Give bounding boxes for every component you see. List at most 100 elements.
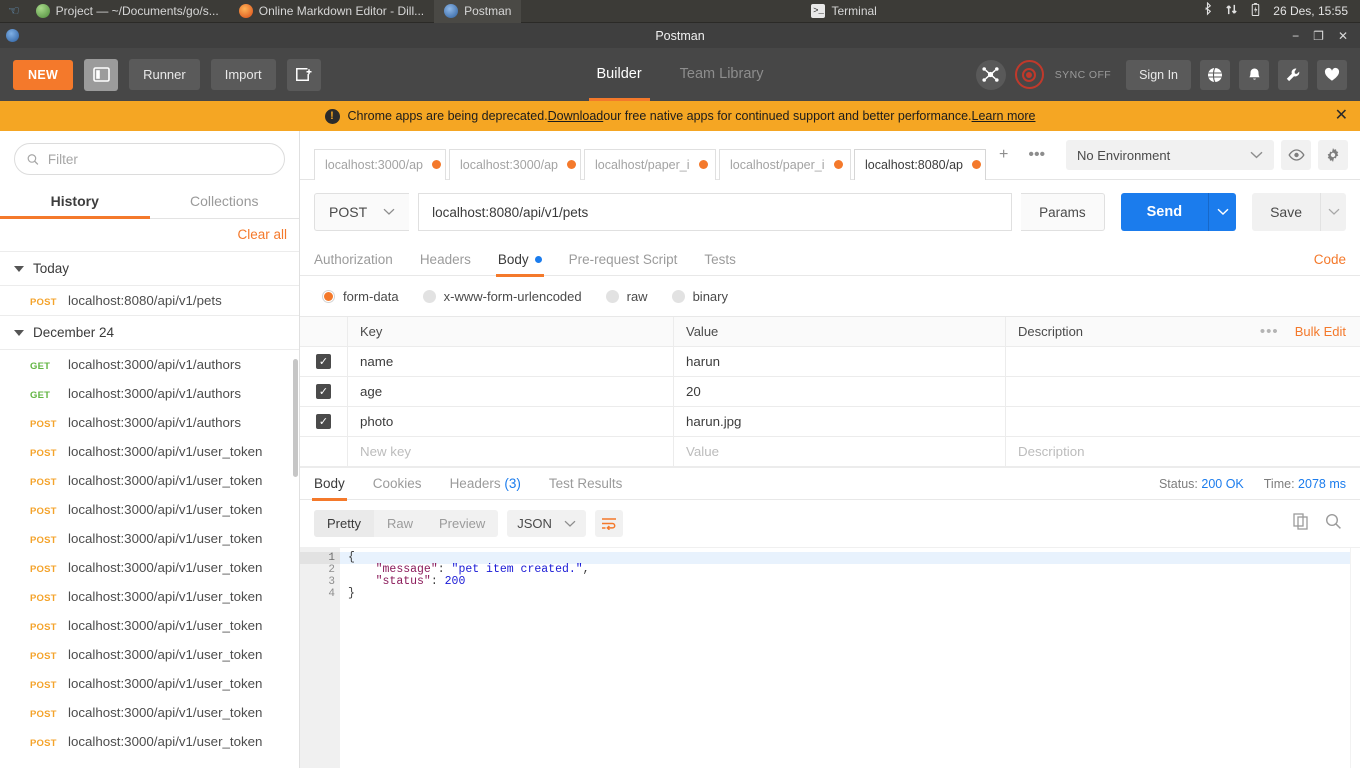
row-value[interactable]: harun.jpg	[674, 406, 1006, 437]
minimize-button[interactable]: −	[1292, 30, 1299, 42]
body-type-binary[interactable]: binary	[671, 289, 728, 304]
body-type-raw[interactable]: raw	[605, 289, 648, 304]
table-row[interactable]: ✓ photo harun.jpg	[300, 406, 1360, 437]
row-description[interactable]	[1006, 407, 1360, 437]
heart-icon[interactable]	[1317, 59, 1347, 90]
import-button[interactable]: Import	[210, 59, 276, 90]
gear-icon[interactable]	[1318, 140, 1348, 170]
row-key[interactable]: name	[348, 346, 674, 377]
history-item[interactable]: POST localhost:3000/api/v1/user_token	[0, 611, 299, 640]
close-button[interactable]: ✕	[1338, 30, 1348, 42]
response-tab-test-results[interactable]: Test Results	[549, 467, 623, 500]
bell-icon[interactable]	[1239, 59, 1269, 90]
save-options-button[interactable]	[1320, 193, 1346, 231]
body-type-x-www-form-urlencoded[interactable]: x-www-form-urlencoded	[422, 289, 582, 304]
sign-in-button[interactable]: Sign In	[1126, 59, 1191, 90]
eye-icon[interactable]	[1281, 140, 1311, 170]
maximize-button[interactable]: ❐	[1313, 30, 1324, 42]
request-tab[interactable]: localhost/paper_i	[719, 148, 851, 180]
row-checkbox[interactable]: ✓	[316, 354, 331, 369]
history-item[interactable]: POST localhost:3000/api/v1/user_token	[0, 640, 299, 669]
row-key[interactable]: photo	[348, 406, 674, 437]
history-group-header[interactable]: December 24	[0, 315, 299, 350]
row-description[interactable]	[1006, 347, 1360, 377]
history-group-header[interactable]: Today	[0, 252, 299, 286]
row-checkbox[interactable]: ✓	[316, 384, 331, 399]
taskbar-window[interactable]: >_ Terminal	[801, 0, 886, 23]
clear-all-button[interactable]: Clear all	[237, 227, 287, 242]
table-row[interactable]: ✓ age 20	[300, 376, 1360, 407]
network-up-down-icon[interactable]	[1225, 2, 1238, 20]
sidebar-layout-icon[interactable]	[84, 58, 119, 91]
request-section-tab-body[interactable]: Body	[495, 243, 544, 277]
more-dots-icon[interactable]: •••	[1260, 323, 1279, 340]
row-key[interactable]: age	[348, 376, 674, 407]
bluetooth-icon[interactable]	[1201, 1, 1214, 20]
bulk-edit-button[interactable]: Bulk Edit	[1295, 324, 1346, 339]
save-button[interactable]: Save	[1252, 193, 1320, 231]
wrench-icon[interactable]	[1278, 59, 1308, 90]
interceptor-icon[interactable]	[975, 59, 1006, 90]
view-mode-pretty[interactable]: Pretty	[314, 510, 374, 537]
history-item[interactable]: GET localhost:3000/api/v1/authors	[0, 350, 299, 379]
code-link[interactable]: Code	[1314, 252, 1346, 267]
battery-icon[interactable]	[1249, 2, 1262, 20]
response-scrollbar[interactable]	[1350, 548, 1360, 768]
response-tab-headers[interactable]: Headers (3)	[450, 467, 521, 500]
request-section-tab-tests[interactable]: Tests	[704, 243, 736, 276]
request-section-tab-pre-request-script[interactable]: Pre-request Script	[569, 243, 678, 276]
sidebar-scrollbar[interactable]	[293, 359, 298, 477]
banner-learn-more-link[interactable]: Learn more	[972, 109, 1036, 123]
history-item[interactable]: POST localhost:3000/api/v1/authors	[0, 408, 299, 437]
copy-icon[interactable]	[1293, 512, 1309, 535]
new-value-input[interactable]: Value	[674, 436, 1006, 467]
request-tab[interactable]: localhost:3000/ap	[449, 148, 581, 180]
method-select[interactable]: POST	[314, 193, 410, 231]
radio-button[interactable]	[605, 290, 619, 303]
sidebar-tab-collections[interactable]: Collections	[150, 185, 300, 218]
taskbar-window[interactable]: Project — ~/Documents/go/s...	[26, 0, 229, 23]
send-button[interactable]: Send	[1120, 193, 1209, 231]
request-tab[interactable]: localhost/paper_i	[584, 148, 716, 180]
request-section-tab-headers[interactable]: Headers	[420, 243, 471, 276]
new-window-icon[interactable]	[286, 58, 321, 91]
word-wrap-icon[interactable]	[594, 510, 623, 537]
history-item[interactable]: POST localhost:3000/api/v1/user_token	[0, 466, 299, 495]
row-description[interactable]	[1006, 377, 1360, 407]
params-button[interactable]: Params	[1021, 193, 1105, 231]
response-format-select[interactable]: JSON	[507, 510, 586, 537]
tab-team-library[interactable]: Team Library	[680, 48, 764, 101]
add-request-tab-button[interactable]: +	[989, 140, 1018, 171]
table-row[interactable]: ✓ name harun	[300, 346, 1360, 377]
row-checkbox[interactable]: ✓	[316, 414, 331, 429]
radio-button[interactable]	[671, 290, 685, 303]
send-options-button[interactable]	[1208, 193, 1237, 231]
environment-select[interactable]: No Environment	[1066, 140, 1274, 170]
history-item[interactable]: POST localhost:3000/api/v1/user_token	[0, 495, 299, 524]
history-item[interactable]: POST localhost:3000/api/v1/user_token	[0, 524, 299, 553]
radio-button[interactable]	[422, 290, 436, 303]
view-mode-raw[interactable]: Raw	[374, 510, 426, 537]
history-item[interactable]: POST localhost:3000/api/v1/user_token	[0, 553, 299, 582]
response-body-viewer[interactable]: 1234 { "message": "pet item created.", "…	[300, 547, 1360, 768]
runner-button[interactable]: Runner	[129, 59, 200, 90]
search-input[interactable]	[47, 151, 272, 167]
new-button[interactable]: NEW	[13, 59, 74, 90]
history-item[interactable]: POST localhost:3000/api/v1/user_token	[0, 582, 299, 611]
body-type-form-data[interactable]: form-data	[322, 289, 399, 304]
request-tab[interactable]: localhost:3000/ap	[314, 148, 446, 180]
history-item[interactable]: POST localhost:3000/api/v1/user_token	[0, 727, 299, 756]
history-item[interactable]: POST localhost:8080/api/v1/pets	[0, 286, 299, 315]
url-input[interactable]	[419, 194, 1012, 230]
radio-button[interactable]	[322, 290, 335, 303]
history-item[interactable]: POST localhost:3000/api/v1/user_token	[0, 437, 299, 466]
row-value[interactable]: harun	[674, 346, 1006, 377]
row-value[interactable]: 20	[674, 376, 1006, 407]
search-icon[interactable]	[1325, 513, 1342, 535]
new-key-input[interactable]: New key	[348, 436, 674, 467]
request-section-tab-authorization[interactable]: Authorization	[314, 243, 393, 276]
request-tabs-more-button[interactable]: •••	[1018, 140, 1055, 171]
new-description-input[interactable]: Description	[1006, 437, 1360, 467]
sidebar-tab-history[interactable]: History	[0, 185, 150, 219]
response-tab-cookies[interactable]: Cookies	[373, 467, 422, 500]
